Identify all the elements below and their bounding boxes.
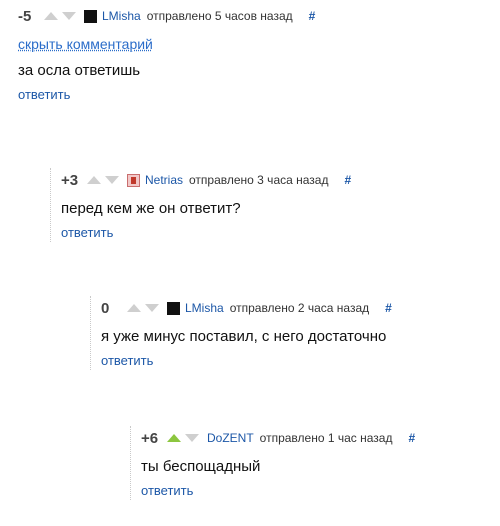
username-link[interactable]: LMisha	[185, 301, 224, 315]
comment-text: за осла ответишь	[18, 62, 141, 79]
downvote-icon[interactable]	[105, 176, 119, 184]
comment-timestamp: отправлено 3 часа назад	[189, 173, 329, 187]
comment-2: +3 Netrias отправлено 3 часа назад # пер…	[50, 168, 492, 242]
comment-text: ты беспощадный	[141, 458, 261, 475]
comment-meta: -5 LMisha отправлено 5 часов назад #	[8, 4, 492, 28]
comment-3: 0 LMisha отправлено 2 часа назад # я уже…	[90, 296, 492, 370]
reply-link[interactable]: ответить	[101, 353, 153, 368]
comment-meta: +3 Netrias отправлено 3 часа назад #	[61, 168, 492, 192]
reply-link[interactable]: ответить	[61, 225, 113, 240]
comment-timestamp: отправлено 1 час назад	[259, 431, 393, 445]
comment-meta: 0 LMisha отправлено 2 часа назад #	[101, 296, 492, 320]
permalink-link[interactable]: #	[344, 173, 351, 187]
black-square-icon	[84, 9, 97, 23]
upvote-icon[interactable]	[127, 304, 141, 312]
comment-timestamp: отправлено 5 часов назад	[146, 9, 293, 23]
downvote-icon[interactable]	[185, 434, 199, 442]
upvote-icon[interactable]	[44, 12, 58, 20]
upvote-icon[interactable]	[167, 434, 181, 442]
comment-text: перед кем же он ответит?	[61, 200, 241, 217]
comment-1: -5 LMisha отправлено 5 часов назад # скр…	[8, 4, 492, 104]
comment-text: я уже минус поставил, с него достаточно	[101, 328, 387, 345]
hide-comment-link[interactable]: скрыть комментарий	[18, 36, 153, 52]
username-link[interactable]: Netrias	[145, 173, 183, 187]
permalink-link[interactable]: #	[309, 9, 316, 23]
username-link[interactable]: DoZENT	[207, 431, 254, 445]
permalink-link[interactable]: #	[385, 301, 392, 315]
comment-meta: +6 DoZENT отправлено 1 час назад #	[141, 426, 492, 450]
comment-score: +6	[141, 429, 159, 447]
upvote-icon[interactable]	[87, 176, 101, 184]
user-avatar-icon	[127, 173, 140, 187]
comment-timestamp: отправлено 2 часа назад	[229, 301, 370, 315]
reply-link[interactable]: ответить	[141, 483, 193, 498]
username-link[interactable]: LMisha	[102, 9, 141, 23]
downvote-icon[interactable]	[145, 304, 159, 312]
downvote-icon[interactable]	[62, 12, 76, 20]
comment-score: +3	[61, 171, 79, 189]
reply-link[interactable]: ответить	[18, 87, 70, 102]
permalink-link[interactable]: #	[408, 431, 415, 445]
black-square-icon	[167, 301, 180, 315]
comment-score: -5	[18, 7, 32, 25]
comment-score: 0	[101, 299, 110, 317]
comment-4: +6 DoZENT отправлено 1 час назад # ты бе…	[130, 426, 492, 500]
